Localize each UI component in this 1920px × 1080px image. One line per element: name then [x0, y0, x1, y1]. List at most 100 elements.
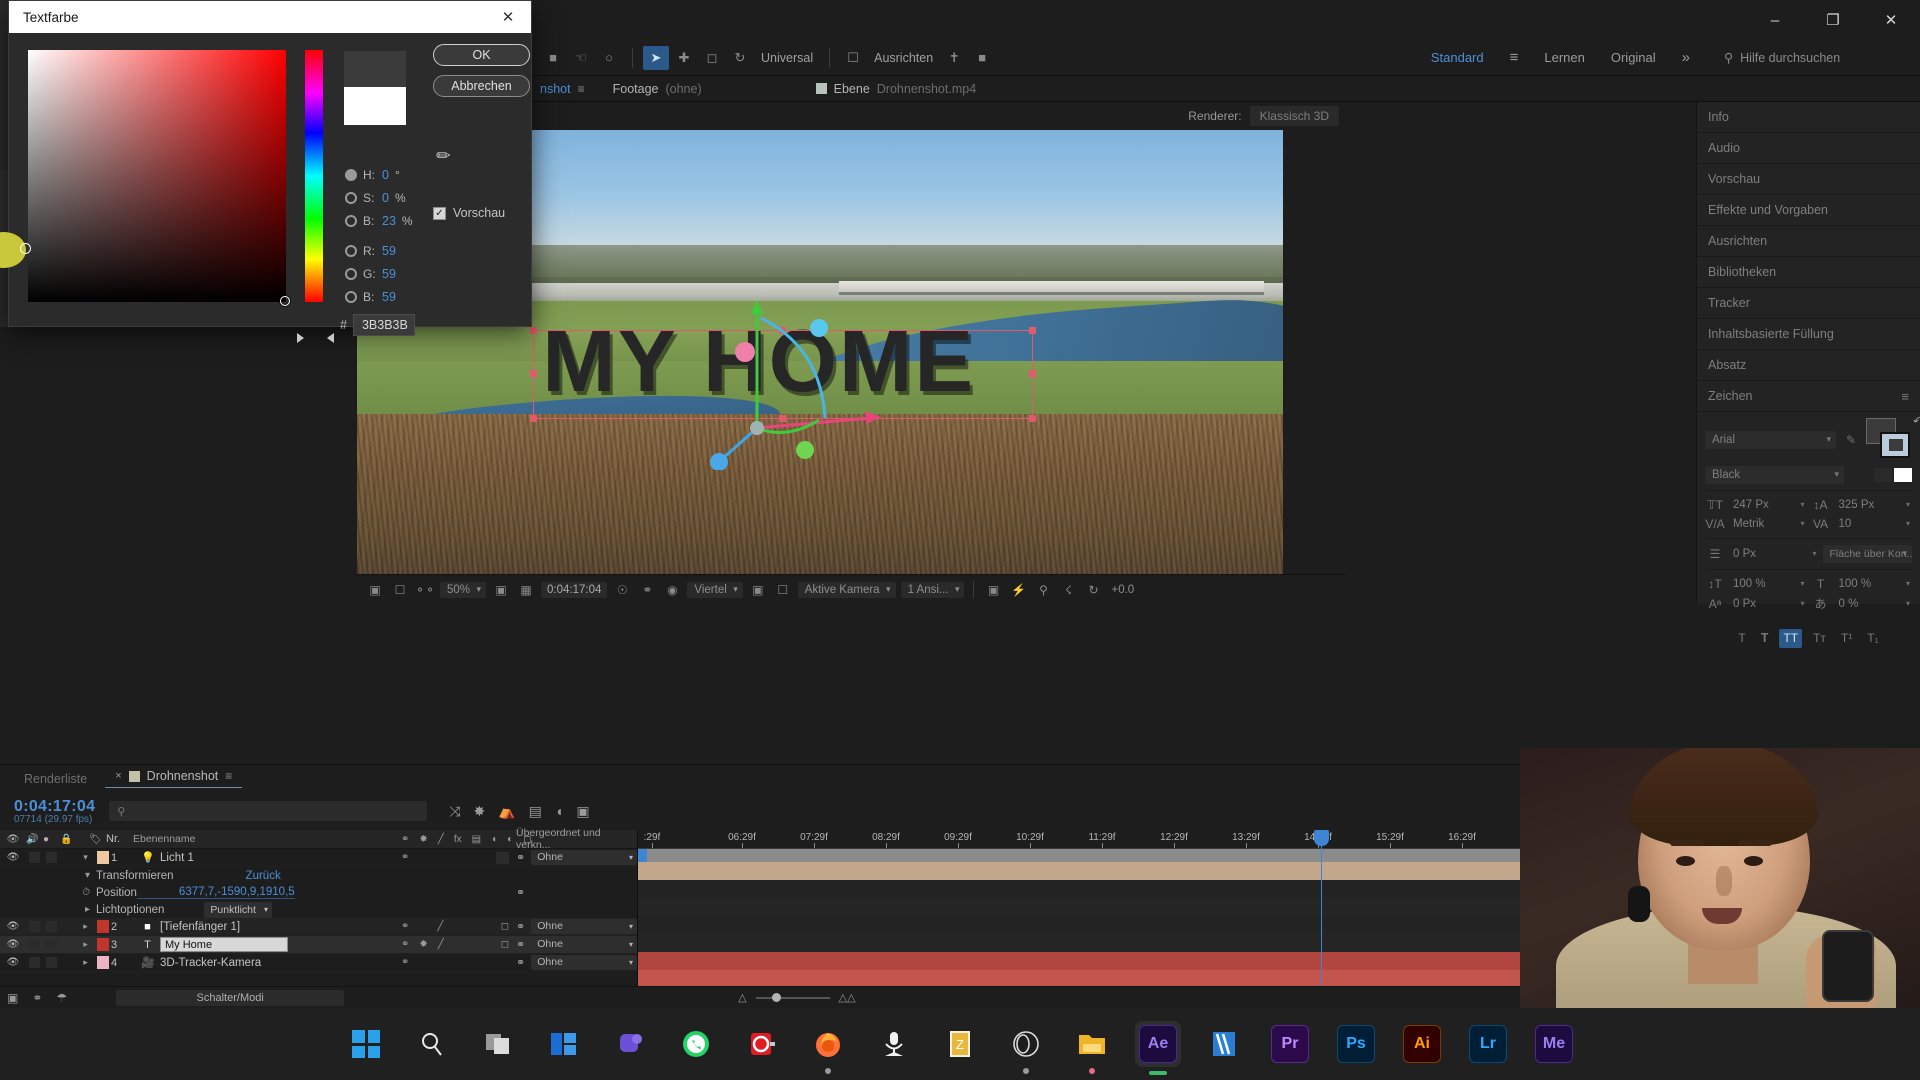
layer3-solo-cell[interactable]	[43, 939, 60, 950]
green-value[interactable]: 59	[382, 267, 396, 281]
layer3-twirl-icon[interactable]: ▸	[77, 939, 94, 950]
handle-bottom-left[interactable]	[529, 414, 537, 422]
layer4-visibility-icon[interactable]: 👁	[0, 957, 26, 968]
property-row-position[interactable]: ⏱ Position 6377,7,-1590,9,1910,5 ⚭	[0, 884, 637, 901]
comp-tab-menu-icon[interactable]: ≡	[578, 82, 585, 96]
microphone-app-icon[interactable]	[871, 1021, 917, 1067]
lightoptions-twirl-icon[interactable]: ▸	[0, 904, 96, 915]
zoom-tool-icon[interactable]: ○	[596, 46, 622, 70]
transform-reset-link[interactable]: Zurück	[174, 870, 281, 882]
workspace-standard[interactable]: Standard	[1431, 50, 1484, 65]
home-icon[interactable]: ■	[540, 46, 566, 70]
red-value[interactable]: 59	[382, 244, 396, 258]
layer1-name-cell[interactable]: 💡 Licht 1	[138, 851, 397, 865]
restore-button[interactable]: ❐	[1804, 0, 1862, 40]
motion-blur-icon[interactable]: ◖	[555, 803, 563, 819]
channel-blue[interactable]: B: 59	[345, 285, 396, 308]
tab-renderliste[interactable]: Renderliste	[14, 772, 97, 786]
current-time-indicator[interactable]	[1314, 830, 1329, 1008]
layer2-pickwhip-icon[interactable]: ⚭	[516, 920, 525, 933]
region-interest-toggle-icon[interactable]: ▣	[748, 580, 768, 600]
selection-tool-icon[interactable]: ➤	[643, 45, 669, 70]
layer4-audio-cell[interactable]	[26, 957, 43, 968]
saturation-value-field[interactable]	[28, 50, 290, 306]
no-fill-swatch[interactable]	[1874, 468, 1892, 482]
task-view-icon[interactable]	[475, 1021, 521, 1067]
firefox-icon[interactable]	[805, 1021, 851, 1074]
kerning-value[interactable]: Metrik	[1729, 516, 1807, 532]
current-timecode[interactable]: 0:04:17:04	[0, 798, 95, 816]
panel-absatz[interactable]: Absatz	[1697, 350, 1920, 381]
font-family-select[interactable]: Arial	[1705, 431, 1836, 449]
viewer-timecode[interactable]: 0:04:17:04	[541, 581, 608, 598]
align-label[interactable]: Ausrichten	[868, 51, 939, 65]
layer3-3d-icon[interactable]: ◻	[501, 939, 509, 950]
new-color-preview[interactable]	[344, 51, 406, 87]
panel-bibliotheken[interactable]: Bibliotheken	[1697, 257, 1920, 288]
layer1-pickwhip-icon[interactable]: ⚭	[516, 851, 525, 864]
composition-settings-icon[interactable]: ▣	[0, 991, 25, 1005]
minimize-button[interactable]: –	[1746, 0, 1804, 40]
vertical-scale-value[interactable]: 100 %	[1729, 576, 1807, 592]
layer4-parent-cell[interactable]: ⚭ Ohne	[509, 955, 637, 970]
layer2-3d-icon[interactable]: ◻	[501, 921, 509, 932]
media-encoder-icon[interactable]: Me	[1531, 1021, 1577, 1067]
snapping-icon[interactable]: ✝	[941, 46, 967, 70]
extra-tool-icon[interactable]: ■	[969, 46, 995, 70]
composition-mini-flowchart-icon[interactable]: ⤨	[449, 803, 460, 820]
workspace-menu-icon[interactable]: ≡	[1510, 49, 1519, 66]
layer1-label-color[interactable]	[94, 851, 111, 864]
layer1-visibility-icon[interactable]: 👁	[0, 852, 26, 863]
transform-twirl-icon[interactable]: ▾	[0, 870, 96, 881]
handle-bottom-right[interactable]	[1028, 414, 1036, 422]
font-eyedropper-icon[interactable]: ✎	[1841, 433, 1861, 447]
timeline-link-icon[interactable]: ⚲	[1033, 580, 1053, 600]
zoom-level-select[interactable]: 50%	[440, 581, 487, 598]
layer2-switches[interactable]: ⚭ ╱ ◻	[397, 921, 509, 932]
panel-audio[interactable]: Audio	[1697, 133, 1920, 164]
zoom-out-icon[interactable]: △	[738, 991, 746, 1004]
layer3-shy-icon[interactable]: ⚭	[401, 939, 409, 950]
panel-vorschau[interactable]: Vorschau	[1697, 164, 1920, 195]
file-explorer-icon[interactable]	[1069, 1021, 1115, 1074]
layer1-parent-select[interactable]: Ohne	[531, 850, 637, 865]
fast-preview-icon[interactable]: ⚡	[1008, 580, 1028, 600]
camera-select[interactable]: Aktive Kamera	[797, 581, 896, 598]
no-stroke-swatch[interactable]	[1894, 468, 1912, 482]
zoom-slider-thumb[interactable]	[771, 992, 781, 1002]
layer3-audio-cell[interactable]	[26, 939, 43, 950]
panel-zeichen-menu-icon[interactable]: ≡	[1901, 389, 1909, 404]
layer3-collapse-icon[interactable]: ✸	[419, 939, 427, 950]
comp-flowchart-icon[interactable]: ☇	[1058, 580, 1078, 600]
layer3-visibility-icon[interactable]: 👁	[0, 939, 26, 950]
panel-effekte[interactable]: Effekte und Vorgaben	[1697, 195, 1920, 226]
position-pickwhip-icon[interactable]: ⚭	[516, 886, 525, 899]
handle-right-center[interactable]	[1028, 370, 1036, 378]
layer3-parent-select[interactable]: Ohne	[531, 937, 637, 952]
layer2-parent-select[interactable]: Ohne	[531, 919, 637, 934]
region-of-interest-icon[interactable]: ▣	[491, 580, 511, 600]
handle-top-right[interactable]	[1028, 326, 1036, 334]
align-checkbox-icon[interactable]: ☐	[840, 46, 866, 70]
3d-transform-gizmo[interactable]	[709, 290, 889, 470]
pdf-app-icon[interactable]: Z	[937, 1021, 983, 1067]
toggle-switches-icon[interactable]: ⚭	[25, 991, 49, 1005]
layer3-parent-cell[interactable]: ⚭ Ohne	[509, 937, 637, 952]
hex-input[interactable]: 3B3B3B	[352, 314, 415, 336]
all-caps-button[interactable]: TT	[1779, 629, 1803, 648]
layer2-parent-cell[interactable]: ⚭ Ohne	[509, 919, 637, 934]
layer4-twirl-icon[interactable]: ▸	[77, 957, 94, 968]
tab-drohnenshot[interactable]: × Drohnenshot ≡	[105, 769, 243, 788]
handle-left-center[interactable]	[529, 370, 537, 378]
toggle-mask-icon[interactable]: ☐	[390, 580, 410, 600]
illustrator-icon[interactable]: Ai	[1399, 1021, 1445, 1067]
zoom-in-icon[interactable]: △△	[839, 991, 856, 1004]
move-tool-icon[interactable]: ✚	[671, 46, 697, 70]
media-app-icon[interactable]	[739, 1021, 785, 1067]
property-row-transform[interactable]: ▾ Transformieren Zurück	[0, 867, 637, 884]
stroke-width-value[interactable]: 0 Px	[1729, 546, 1819, 562]
workspace-overflow-icon[interactable]: »	[1682, 49, 1690, 66]
frame-blend-footer-icon[interactable]: ☂	[49, 991, 74, 1005]
layer2-audio-cell[interactable]	[26, 921, 43, 932]
property-row-lightoptions[interactable]: ▸ Lichtoptionen Punktlicht	[0, 901, 637, 918]
